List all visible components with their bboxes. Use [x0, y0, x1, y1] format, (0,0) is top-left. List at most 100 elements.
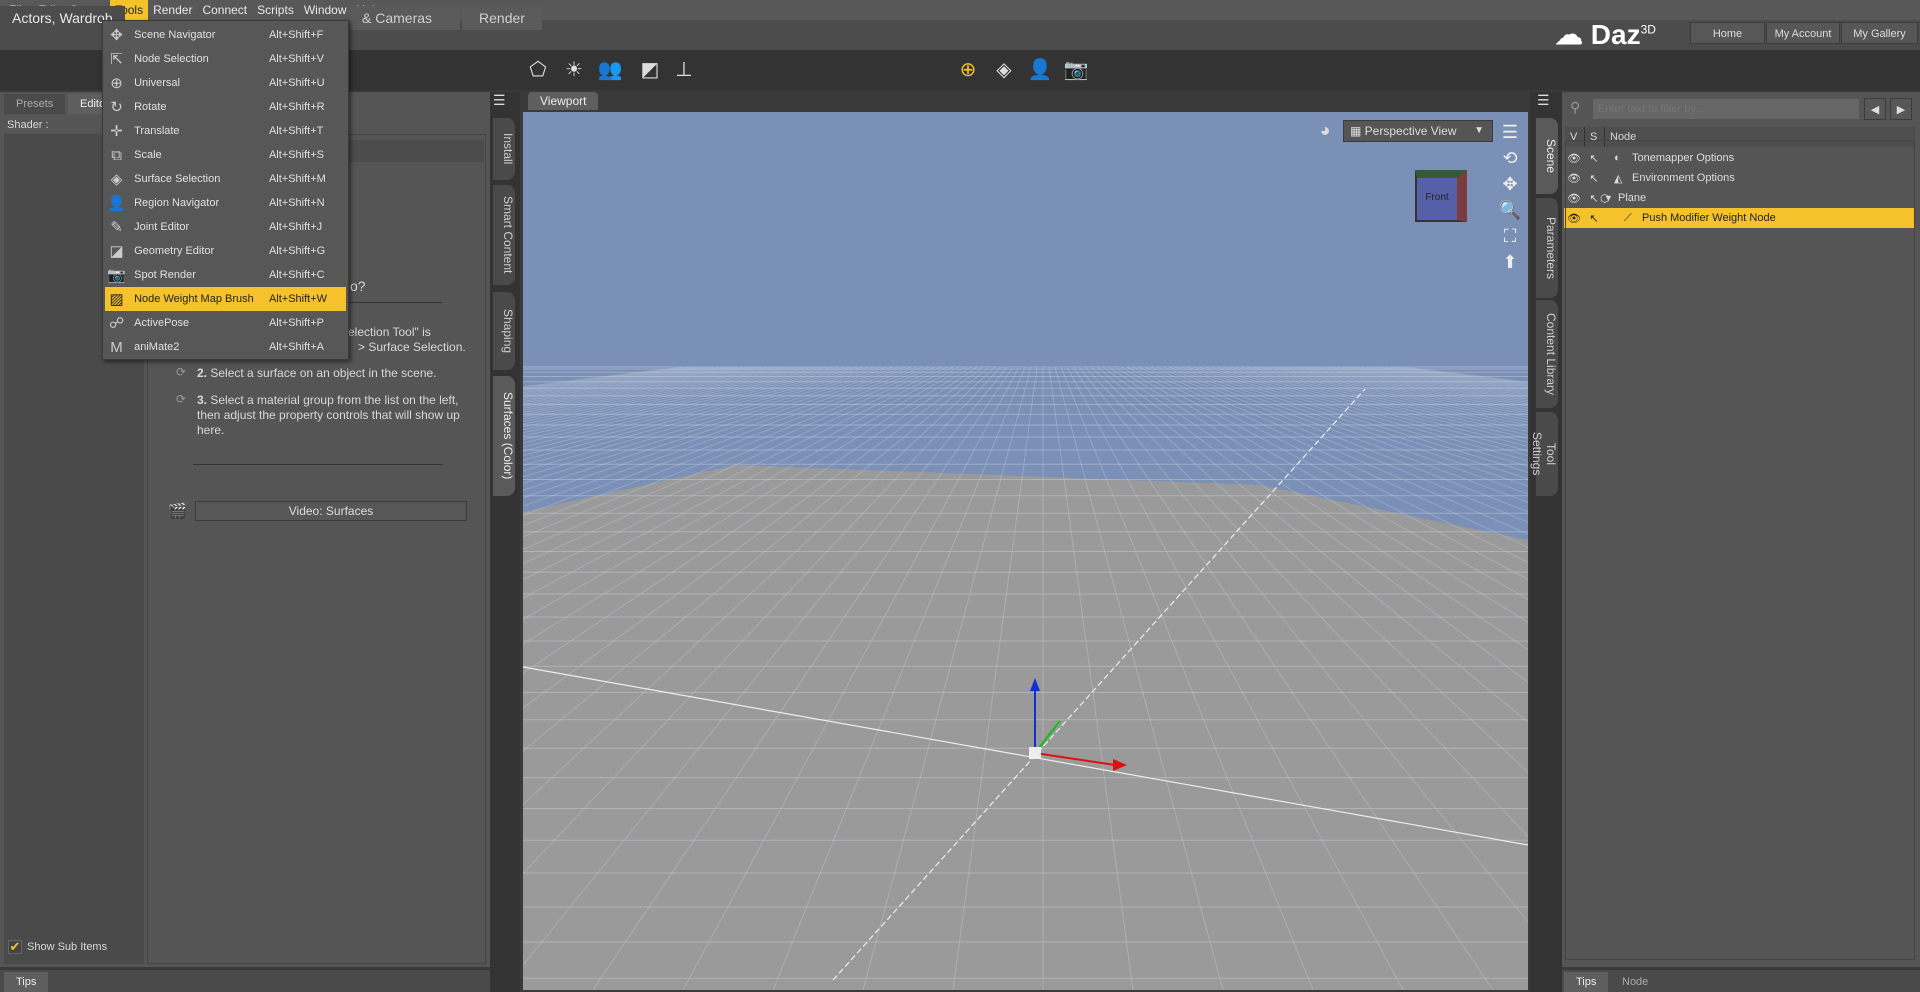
- tab-presets[interactable]: Presets: [4, 94, 66, 114]
- create-primitive-icon[interactable]: ⬠: [524, 56, 552, 84]
- tab-node[interactable]: Node: [1610, 972, 1661, 992]
- save-material-icon[interactable]: ◩: [636, 56, 664, 84]
- eye-icon[interactable]: 👁: [1564, 172, 1584, 185]
- menu-item-shortcut: Alt+Shift+G: [268, 245, 326, 257]
- save-pose-icon[interactable]: ⊥: [670, 56, 698, 84]
- step3-line3: here.: [197, 423, 225, 437]
- menu-item-spot-render[interactable]: 📷 Spot Render Alt+Shift+C: [105, 263, 346, 287]
- vtab-parameters[interactable]: Parameters: [1536, 198, 1558, 298]
- zoom-icon[interactable]: 🔍: [1498, 200, 1522, 221]
- pan-icon[interactable]: ✥: [1498, 174, 1522, 195]
- scene-navigator-icon: ✥: [110, 27, 123, 44]
- column-node[interactable]: Node: [1605, 127, 1636, 147]
- filter-input[interactable]: [1592, 98, 1860, 120]
- video-surfaces-button[interactable]: Video: Surfaces: [195, 501, 467, 521]
- environment-icon[interactable]: ☀: [560, 56, 588, 84]
- menu-item-universal[interactable]: ⊕ Universal Alt+Shift+U: [105, 71, 346, 95]
- search-icon[interactable]: ⚲: [1570, 99, 1580, 116]
- viewport-menu-icon[interactable]: ☰: [1498, 122, 1522, 143]
- room-tab-render[interactable]: Render: [462, 6, 542, 30]
- orbit-icon[interactable]: ⟲: [1498, 148, 1522, 169]
- select-cursor-icon[interactable]: ↖: [1584, 152, 1604, 165]
- menu-item-scene-navigator[interactable]: ✥ Scene Navigator Alt+Shift+F: [105, 23, 346, 47]
- region-navigator-tool-icon[interactable]: 👤: [1026, 56, 1054, 84]
- menu-item-shortcut: Alt+Shift+A: [268, 341, 324, 353]
- eye-icon[interactable]: 👁: [1564, 152, 1584, 165]
- pane-menu-icon[interactable]: ☰: [493, 92, 506, 109]
- menu-item-label: Node Selection: [134, 53, 209, 65]
- menu-item-shortcut: Alt+Shift+T: [268, 125, 324, 137]
- vtab-install[interactable]: Install: [493, 118, 515, 180]
- surface-selection-tool-icon[interactable]: ◈: [990, 56, 1018, 84]
- scene-node-row[interactable]: 👁 ↖ ▼ ⬡ Plane: [1564, 188, 1914, 208]
- vtab-shaping[interactable]: Shaping: [493, 292, 515, 370]
- scene-node-row[interactable]: 👁 ↖ ◭ Environment Options: [1564, 168, 1914, 188]
- menu-item-node-selection[interactable]: ⇱ Node Selection Alt+Shift+V: [105, 47, 346, 71]
- logo-text: Daz: [1590, 19, 1641, 50]
- menu-connect[interactable]: Connect: [197, 0, 252, 20]
- vtab-surfaces[interactable]: Surfaces (Color): [493, 376, 515, 496]
- menu-item-activepose[interactable]: ☍ ActivePose Alt+Shift+P: [105, 311, 346, 335]
- menu-render[interactable]: Render: [148, 0, 197, 20]
- view-cube[interactable]: Front: [1415, 170, 1467, 222]
- column-s[interactable]: S: [1585, 127, 1605, 147]
- menu-item-geometry-editor[interactable]: ◪ Geometry Editor Alt+Shift+G: [105, 239, 346, 263]
- menu-item-joint-editor[interactable]: ✎ Joint Editor Alt+Shift+J: [105, 215, 346, 239]
- viewport-3d[interactable]: ◕ ▦ Perspective View ▼ ☰ Front ⟲ ✥ 🔍 ⛶ ⬆: [523, 112, 1528, 990]
- node-type-icon: ◐: [1614, 152, 1621, 164]
- back-arrow-icon[interactable]: ◀: [1864, 98, 1886, 120]
- region-navigator-icon: 👤: [107, 195, 126, 212]
- forward-arrow-icon[interactable]: ▶: [1890, 98, 1912, 120]
- scene-node-label: Plane: [1618, 192, 1647, 204]
- divider: [193, 464, 443, 465]
- column-v[interactable]: V: [1565, 127, 1585, 147]
- logo-mark-icon: ☁: [1555, 19, 1591, 50]
- tools-menu-dropdown: ✥ Scene Navigator Alt+Shift+F ⇱ Node Selecti…: [102, 20, 349, 360]
- scene-node-row[interactable]: 👁 ↖ ◐ Tonemapper Options: [1564, 148, 1914, 168]
- transfer-utility-icon[interactable]: 👥: [596, 56, 624, 84]
- scene-node-row[interactable]: 👁 ↖ ⟋ Push Modifier Weight Node: [1564, 208, 1914, 228]
- frame-icon[interactable]: ⛶: [1498, 226, 1522, 247]
- menu-item-rotate[interactable]: ↻ Rotate Alt+Shift+R: [105, 95, 346, 119]
- spot-render-tool-icon[interactable]: 📷: [1062, 56, 1090, 84]
- select-cursor-icon[interactable]: ↖: [1584, 212, 1604, 225]
- vtab-tool-settings[interactable]: Tool Settings: [1530, 412, 1558, 496]
- draw-style-icon[interactable]: ◕: [1313, 120, 1337, 141]
- help-heading: o?: [350, 278, 366, 294]
- daz-logo: ☁ Daz3D: [1555, 18, 1656, 51]
- my-account-button[interactable]: My Account: [1766, 22, 1840, 44]
- menu-item-shortcut: Alt+Shift+R: [268, 101, 325, 113]
- view-select[interactable]: ▦ Perspective View ▼: [1343, 120, 1493, 142]
- translate-icon: ✛: [110, 123, 123, 140]
- node-type-icon: ◭: [1614, 172, 1623, 185]
- view-grid-icon: ▦: [1350, 124, 1365, 138]
- tab-viewport[interactable]: Viewport: [528, 92, 599, 110]
- scene-node-label: Environment Options: [1632, 172, 1735, 184]
- menu-item-animate2[interactable]: ManiMate2 Alt+Shift+A: [105, 335, 346, 359]
- show-sub-items-checkbox[interactable]: ✔: [8, 940, 22, 954]
- eye-icon[interactable]: 👁: [1564, 192, 1584, 205]
- vtab-smart-content[interactable]: Smart Content: [493, 185, 515, 285]
- my-gallery-button[interactable]: My Gallery: [1841, 22, 1918, 44]
- tab-tips-right[interactable]: Tips: [1564, 972, 1609, 992]
- node-type-icon: ⟋: [1624, 211, 1632, 224]
- menu-item-label: Region Navigator: [134, 197, 220, 209]
- menu-item-surface-selection[interactable]: ◈ Surface Selection Alt+Shift+M: [105, 167, 346, 191]
- menu-item-region-navigator[interactable]: 👤 Region Navigator Alt+Shift+N: [105, 191, 346, 215]
- room-tab-cameras[interactable]: & Cameras: [350, 6, 460, 30]
- menu-item-scale[interactable]: ⧉ Scale Alt+Shift+S: [105, 143, 346, 167]
- select-cursor-icon[interactable]: ↖: [1584, 172, 1604, 185]
- menu-window[interactable]: Window: [299, 0, 352, 20]
- menu-item-translate[interactable]: ✛ Translate Alt+Shift+T: [105, 119, 346, 143]
- vtab-content-library[interactable]: Content Library: [1536, 300, 1558, 408]
- home-button[interactable]: Home: [1690, 22, 1765, 44]
- universal-tool-icon[interactable]: ⊕: [954, 56, 982, 84]
- tab-tips-left[interactable]: Tips: [4, 972, 49, 992]
- eye-icon[interactable]: 👁: [1564, 212, 1584, 225]
- menu-item-node-weight-map-brush[interactable]: ▨ Node Weight Map Brush Alt+Shift+W: [105, 287, 346, 311]
- reset-view-icon[interactable]: ⬆: [1498, 252, 1522, 273]
- menu-scripts[interactable]: Scripts: [252, 0, 299, 20]
- vtab-scene[interactable]: Scene: [1536, 118, 1558, 194]
- pane-menu-icon[interactable]: ☰: [1537, 92, 1550, 109]
- joint-editor-icon: ✎: [110, 219, 123, 236]
